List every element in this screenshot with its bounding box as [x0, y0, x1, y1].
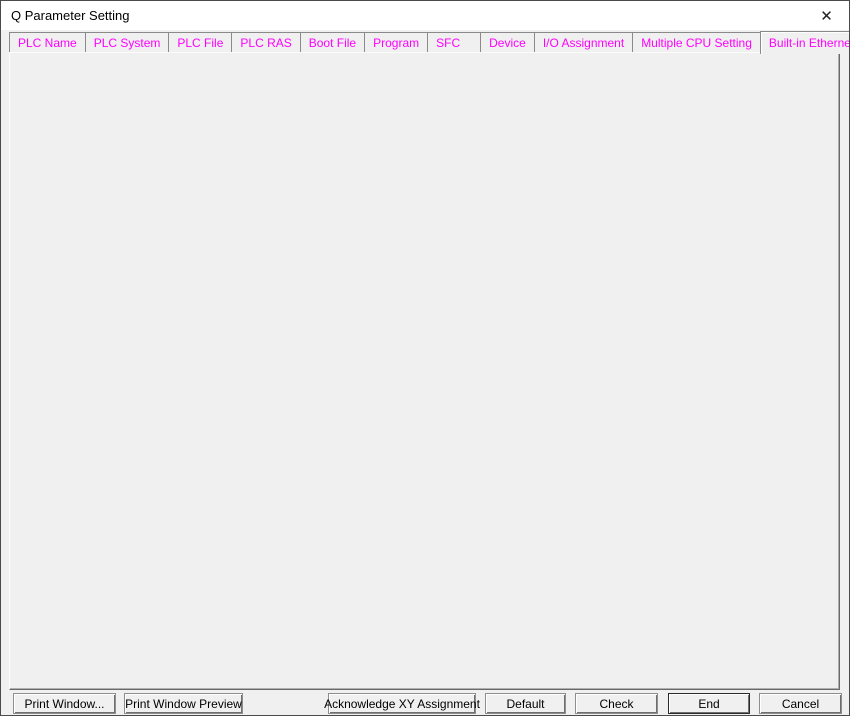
titlebar: Q Parameter Setting ✕	[1, 1, 849, 30]
default-button[interactable]: Default	[485, 693, 566, 714]
print-window-preview-button[interactable]: Print Window Preview	[124, 693, 243, 714]
check-button[interactable]: Check	[575, 693, 658, 714]
tab-plc-ras[interactable]: PLC RAS	[231, 32, 300, 52]
tab-page-built-in-ethernet	[9, 52, 840, 690]
tab-sfc[interactable]: SFC	[427, 32, 481, 52]
tab-built-in-ethernet-port-setting[interactable]: Built-in Ethernet Port Setting	[760, 31, 850, 54]
tab-strip: PLC Name PLC System PLC File PLC RAS Boo…	[9, 32, 850, 55]
acknowledge-xy-assignment-button[interactable]: Acknowledge XY Assignment	[328, 693, 476, 714]
cancel-button[interactable]: Cancel	[759, 693, 842, 714]
close-icon[interactable]: ✕	[804, 1, 849, 30]
tab-multiple-cpu-setting[interactable]: Multiple CPU Setting	[632, 32, 761, 52]
tab-plc-file[interactable]: PLC File	[168, 32, 232, 52]
tab-boot-file[interactable]: Boot File	[300, 32, 365, 52]
q-parameter-setting-dialog: Q Parameter Setting ✕ PLC Name PLC Syste…	[0, 0, 850, 716]
end-button[interactable]: End	[668, 693, 750, 714]
tab-plc-system[interactable]: PLC System	[85, 32, 170, 52]
tab-program[interactable]: Program	[364, 32, 428, 52]
tab-plc-name[interactable]: PLC Name	[9, 32, 86, 52]
tab-device[interactable]: Device	[480, 32, 535, 52]
print-window-button[interactable]: Print Window...	[13, 693, 116, 714]
tab-io-assignment[interactable]: I/O Assignment	[534, 32, 633, 52]
window-title: Q Parameter Setting	[11, 1, 130, 30]
